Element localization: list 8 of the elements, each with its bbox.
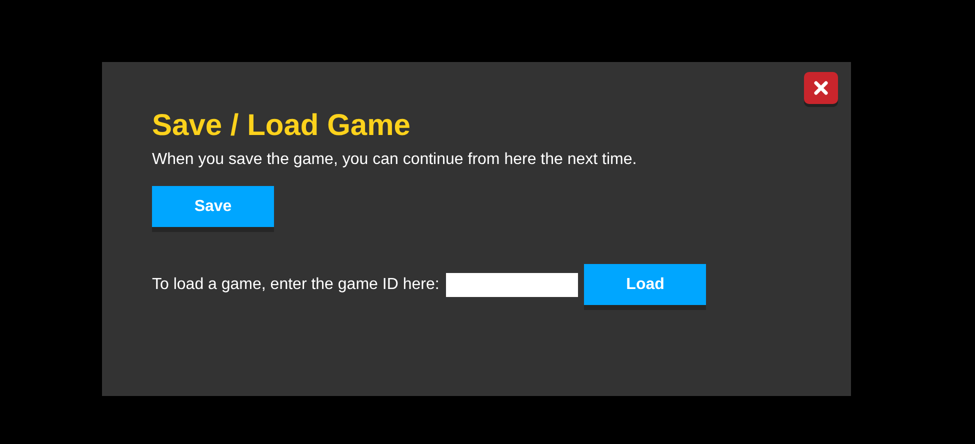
game-id-field[interactable] [446, 272, 578, 296]
save-button[interactable]: Save [152, 186, 274, 227]
dialog-description: When you save the game, you can continue from here the next time. [152, 150, 638, 170]
close-button[interactable] [804, 72, 838, 104]
dialog-title: Save / Load Game [152, 108, 412, 144]
load-button[interactable]: Load [584, 264, 706, 305]
load-prompt: To load a game, enter the game ID here: [152, 276, 440, 294]
close-icon [813, 80, 829, 96]
